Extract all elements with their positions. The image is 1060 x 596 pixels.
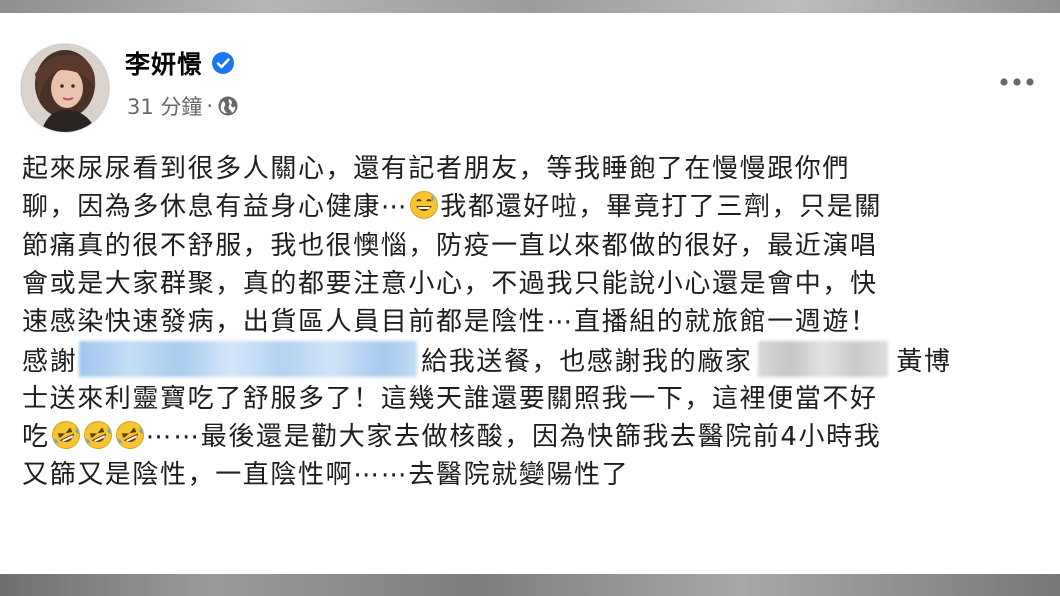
author-name[interactable]: 李妍憬: [125, 45, 203, 81]
post-line-2-end: 我都還好啦，畢竟打了三劑，只是關: [440, 192, 883, 223]
post-line-2-start: 聊，因為多休息有益身心健康⋯: [22, 192, 409, 223]
post-line-7: 士送來利靈寶吃了舒服多了！這幾天誰還要關照我一下，這裡便當不好: [22, 383, 878, 414]
post-text: 起來尿尿看到很多人關心，還有記者朋友，等我睡飽了在慢慢跟你們 聊，因為多休息有益…: [22, 150, 1052, 495]
author-name-row: 李妍憬: [125, 46, 235, 80]
post-line-1: 起來尿尿看到很多人關心，還有記者朋友，等我睡飽了在慢慢跟你們: [22, 154, 851, 184]
top-image-strip: [0, 0, 1060, 13]
post-line-5: 速感染快速發病，出貨區人員目前都是陰性⋯直播組的就旅館一週遊！: [22, 307, 878, 338]
post-line-4: 會或是大家群聚，真的都要注意小心，不過我只能說小心還是會中，快: [22, 268, 878, 299]
post-line-9: 又篩又是陰性，一直陰性啊⋯⋯去醫院就變陽性了: [22, 460, 630, 491]
globe-icon[interactable]: [217, 95, 239, 117]
post-line-6: 感謝 給我送餐，也感謝我的廠家 黃博: [22, 341, 1052, 379]
rolling-laughing-emoji: [51, 420, 81, 450]
post-line-3: 節痛真的很不舒服，我也很懊惱，防疫一直以來都做的很好，最近演唱: [22, 230, 878, 261]
post-meta-row: 31 分鐘 ·: [127, 91, 239, 121]
facebook-post-card: 李妍憬 31 分鐘 · 起來尿尿看到很多人關心，還有記者朋友，等我睡飽了在慢慢跟…: [0, 13, 1060, 574]
meta-separator: ·: [206, 94, 214, 118]
screenshot-frame: 李妍憬 31 分鐘 · 起來尿尿看到很多人關心，還有記者朋友，等我睡飽了在慢慢跟…: [0, 0, 1060, 596]
more-options-icon: [1000, 78, 1034, 86]
grinning-sweat-emoji: [409, 190, 439, 220]
post-line-6-middle: 給我送餐，也感謝我的廠家: [421, 347, 753, 378]
post-line-8-start: 吃: [22, 422, 50, 453]
rolling-laughing-emoji: [115, 420, 145, 450]
post-line-8-end: ⋯⋯最後還是勸大家去做核酸，因為快篩我去醫院前4小時我: [145, 422, 882, 453]
verified-badge-icon: [211, 51, 235, 75]
blurred-name-1: [79, 341, 418, 378]
post-line-2: 聊，因為多休息有益身心健康⋯ 我都還好啦，畢竟打了三劑，只是關: [22, 188, 1052, 226]
rolling-laughing-emoji: [83, 420, 113, 450]
post-line-6-end: 黃博: [896, 347, 952, 378]
post-line-6-start: 感謝: [22, 347, 78, 378]
author-avatar[interactable]: [20, 43, 110, 133]
more-options-button[interactable]: [994, 67, 1040, 97]
blurred-name-2: [758, 341, 889, 378]
bottom-image-strip: [0, 574, 1060, 596]
post-timestamp[interactable]: 31 分鐘: [127, 91, 202, 121]
post-line-8: 吃 ⋯⋯最後還是勸大家去做核酸，因為快篩我去醫院前4小時我: [22, 418, 1052, 456]
